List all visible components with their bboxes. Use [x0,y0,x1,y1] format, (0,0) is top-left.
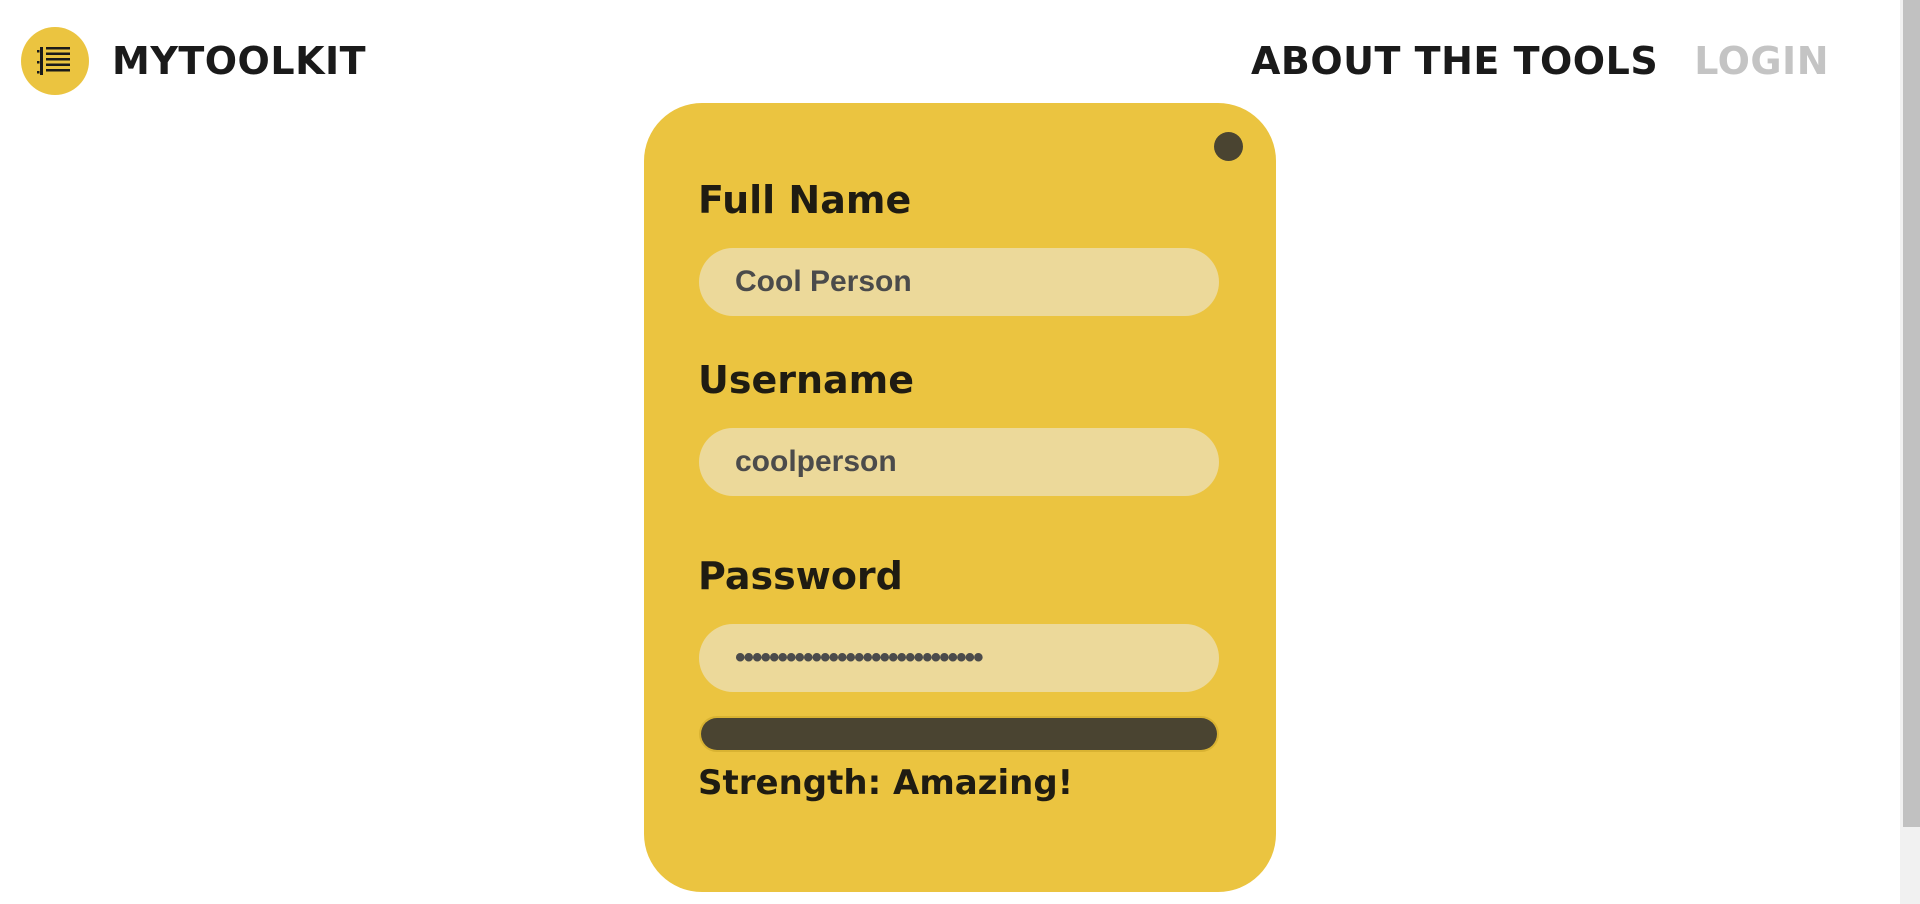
vertical-scrollbar[interactable] [1900,0,1920,904]
scrollbar-thumb[interactable] [1903,0,1920,827]
password-strength-fill [701,718,1217,750]
top-nav: ABOUT THE TOOLS LOGIN [1251,38,1829,84]
username-input[interactable] [699,428,1219,496]
full-name-input[interactable] [699,248,1219,316]
username-label: Username [698,358,915,402]
signup-card: Full Name Username Password Strength: Am… [644,103,1276,892]
nav-login[interactable]: LOGIN [1694,38,1829,84]
list-icon[interactable] [21,27,89,95]
page: MYTOOLKIT ABOUT THE TOOLS LOGIN Full Nam… [0,0,1920,904]
password-label: Password [698,554,903,598]
nav-about-the-tools[interactable]: ABOUT THE TOOLS [1251,38,1658,84]
logo[interactable] [21,27,89,95]
list-icon-graphic [37,47,70,75]
brand-name[interactable]: MYTOOLKIT [112,38,366,84]
full-name-label: Full Name [698,178,912,222]
close-dot-icon[interactable] [1214,132,1243,161]
password-strength-bar [699,716,1219,752]
password-input[interactable] [699,624,1219,692]
password-strength-text: Strength: Amazing! [698,763,1074,803]
